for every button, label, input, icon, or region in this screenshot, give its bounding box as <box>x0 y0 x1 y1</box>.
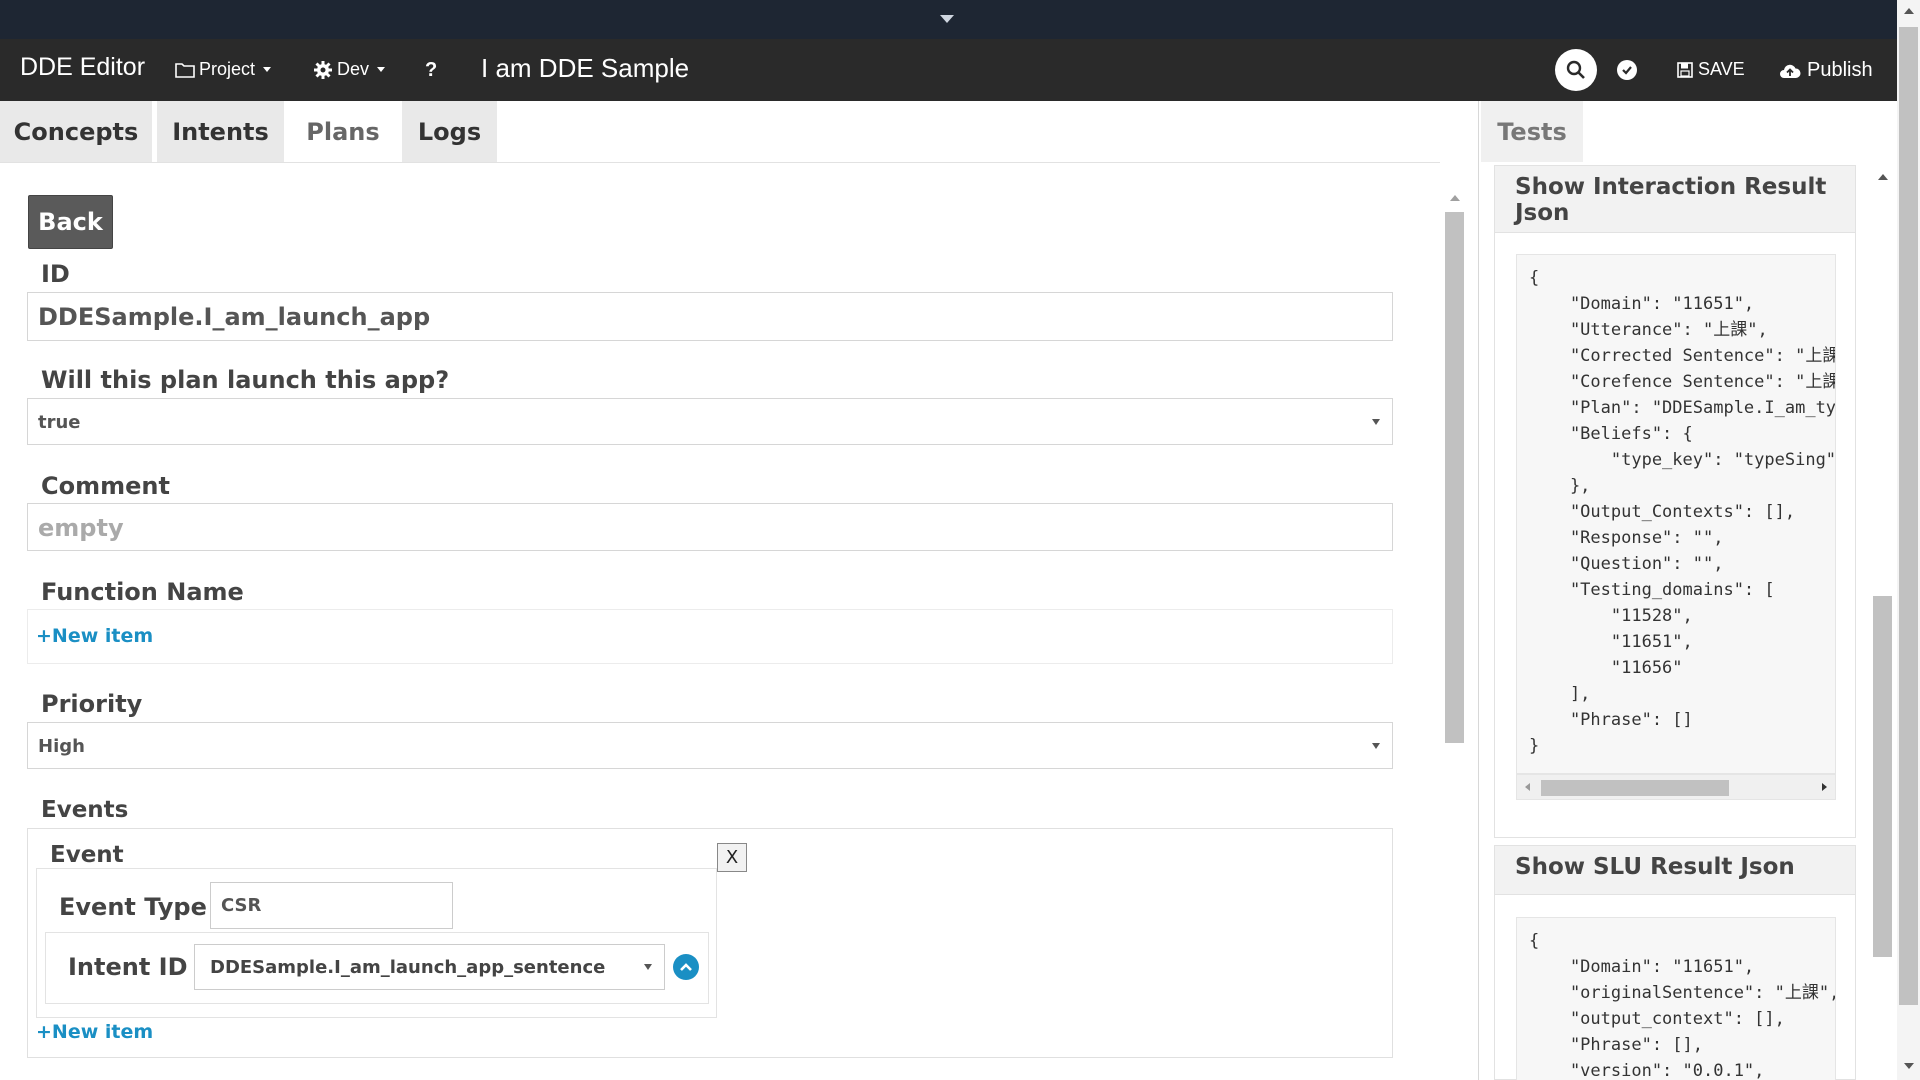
tab-concepts[interactable]: Concepts <box>0 101 152 162</box>
remove-event-button[interactable]: X <box>717 843 747 872</box>
function-new-item-link[interactable]: +New item <box>36 625 153 647</box>
chevron-up-icon <box>680 963 692 971</box>
save-label: SAVE <box>1698 59 1745 79</box>
search-button[interactable] <box>1555 49 1597 91</box>
tab-tests[interactable]: Tests <box>1481 101 1583 162</box>
content-scrollbar[interactable] <box>1444 190 1464 1080</box>
publish-button[interactable]: Publish <box>1779 59 1873 82</box>
scroll-thumb[interactable] <box>1873 596 1892 957</box>
tab-plans[interactable]: Plans <box>289 101 397 162</box>
id-value: DDESample.I_am_launch_app <box>38 303 431 331</box>
cloud-upload-icon <box>1780 64 1801 78</box>
scroll-up-icon[interactable] <box>1878 174 1888 180</box>
scroll-up-icon[interactable] <box>1450 195 1460 201</box>
scroll-thumb[interactable] <box>1899 27 1918 1005</box>
navbar: DDE Editor Project Dev ? I am DDE Sample… <box>0 39 1897 101</box>
app-title: I am DDE Sample <box>481 53 690 83</box>
main-tabs: Concepts Intents Plans Logs <box>0 101 1440 163</box>
interaction-result-header[interactable]: Show Interaction Result Json <box>1494 165 1856 233</box>
scroll-up-icon[interactable] <box>1904 8 1914 14</box>
interaction-json-box: { "Domain": "11651", "Utterance": "上課", … <box>1516 254 1836 774</box>
launch-value: true <box>38 412 81 433</box>
comment-placeholder: empty <box>38 514 124 542</box>
collapse-button[interactable] <box>673 954 699 980</box>
event-title: Event <box>50 842 124 868</box>
intent-id-select[interactable]: DDESample.I_am_launch_app_sentence <box>194 944 665 990</box>
chevron-down-icon <box>377 67 386 72</box>
project-menu[interactable]: Project <box>175 59 272 80</box>
brand-title[interactable]: DDE Editor <box>20 53 145 82</box>
event-new-item-link[interactable]: +New item <box>36 1021 153 1043</box>
intent-id-label: Intent ID <box>68 953 188 981</box>
function-name-label: Function Name <box>41 578 244 606</box>
project-menu-label: Project <box>199 59 256 79</box>
scroll-left-icon[interactable] <box>1525 783 1530 791</box>
hscroll-thumb[interactable] <box>1541 780 1729 796</box>
window-scrollbar[interactable] <box>1897 0 1920 1080</box>
launch-select[interactable]: true <box>27 398 1393 445</box>
comment-field[interactable]: empty <box>27 503 1393 551</box>
event-type-label: Event Type <box>59 893 207 921</box>
interaction-json: { "Domain": "11651", "Utterance": "上課", … <box>1529 268 1836 756</box>
floppy-icon <box>1677 61 1693 78</box>
events-label: Events <box>41 797 129 823</box>
intent-id-value: DDESample.I_am_launch_app_sentence <box>210 957 606 978</box>
folder-icon <box>175 62 195 78</box>
chevron-down-icon <box>644 964 652 970</box>
top-strip <box>0 0 1897 39</box>
id-field[interactable]: DDESample.I_am_launch_app <box>27 292 1393 341</box>
chevron-down-icon <box>1372 742 1380 749</box>
slu-json: { "Domain": "11651", "originalSentence":… <box>1529 931 1836 1080</box>
validate-button[interactable] <box>1617 60 1637 80</box>
scroll-thumb[interactable] <box>1445 212 1464 743</box>
id-label: ID <box>41 260 70 288</box>
priority-select[interactable]: High <box>27 722 1393 769</box>
collapse-caret-icon[interactable] <box>940 15 954 23</box>
search-icon <box>1566 60 1585 79</box>
scroll-down-icon[interactable] <box>1904 1063 1914 1069</box>
save-button[interactable]: SAVE <box>1677 59 1745 80</box>
env-menu[interactable]: Dev <box>313 59 386 80</box>
function-name-box <box>27 609 1393 664</box>
help-button[interactable]: ? <box>425 59 437 82</box>
slu-result-header[interactable]: Show SLU Result Json <box>1494 845 1856 895</box>
event-type-field[interactable]: CSR <box>210 882 453 929</box>
interaction-json-hscroll[interactable] <box>1516 774 1836 800</box>
comment-label: Comment <box>41 472 170 500</box>
launch-label: Will this plan launch this app? <box>41 366 450 394</box>
chevron-down-icon <box>263 67 272 72</box>
slu-json-box: { "Domain": "11651", "originalSentence":… <box>1516 917 1836 1080</box>
scroll-right-icon[interactable] <box>1822 783 1827 791</box>
tab-intents[interactable]: Intents <box>157 101 284 162</box>
tab-logs[interactable]: Logs <box>402 101 497 162</box>
check-icon <box>1622 66 1632 75</box>
env-menu-label: Dev <box>337 59 370 79</box>
priority-value: High <box>38 736 85 757</box>
gear-icon <box>314 60 332 79</box>
priority-label: Priority <box>41 690 143 718</box>
tests-scrollbar[interactable] <box>1872 162 1892 1080</box>
chevron-down-icon <box>1372 418 1380 425</box>
back-button[interactable]: Back <box>28 195 113 249</box>
publish-label: Publish <box>1807 59 1873 81</box>
